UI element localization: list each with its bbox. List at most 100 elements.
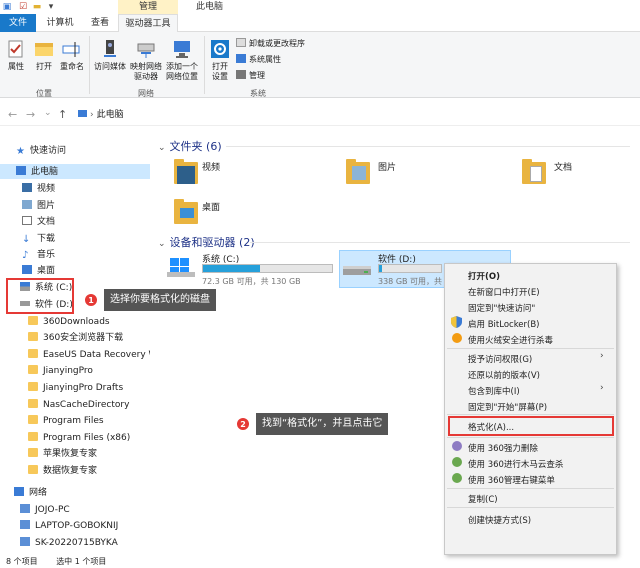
manage-button[interactable]: 管理	[236, 70, 265, 82]
back-button[interactable]: ←	[8, 108, 17, 121]
add-network-location-button[interactable]: 添加一个 网络位置	[164, 38, 200, 82]
ribbon-separator	[204, 36, 205, 94]
forward-button[interactable]: →	[26, 108, 35, 121]
folder-videos-icon[interactable]	[174, 158, 198, 184]
open-button[interactable]: 打开	[32, 38, 56, 72]
menu-item-360-trojan-scan[interactable]: 使用 360进行木马云查杀	[468, 458, 563, 470]
sidebar-label: JOJO-PC	[35, 505, 70, 515]
sidebar-label: LAPTOP-GOBOKNIJ	[35, 521, 119, 531]
rename-button[interactable]: 重命名	[58, 38, 86, 72]
uninstall-programs-button[interactable]: 卸载或更改程序	[236, 38, 305, 50]
sidebar-item-music[interactable]: ♪ 音乐	[22, 247, 55, 263]
properties-label: 属性	[8, 62, 24, 71]
folders-section-header[interactable]: ⌄ 文件夹 (6)	[158, 138, 222, 154]
system-properties-button[interactable]: 系统属性	[236, 54, 281, 66]
add-location-label: 添加一个	[166, 62, 198, 71]
breadcrumb-this-pc[interactable]: 此电脑	[97, 110, 124, 120]
menu-separator	[447, 437, 614, 438]
section-divider	[250, 242, 630, 243]
up-button[interactable]: ↑	[58, 108, 67, 121]
sidebar-item-downloads[interactable]: ↓ 下载	[22, 231, 55, 247]
gear-icon	[211, 40, 229, 58]
menu-item-huorong-scan[interactable]: 使用火绒安全进行杀毒	[468, 334, 553, 346]
sidebar-folder[interactable]: 苹果恢复专家	[28, 446, 97, 462]
map-drive-label: 映射网络	[130, 62, 162, 71]
menu-item-open-new-window[interactable]: 在新窗口中打开(E)	[468, 286, 540, 298]
address-bar[interactable]: › 此电脑	[78, 108, 124, 123]
sidebar-item-pictures[interactable]: 图片	[22, 198, 55, 214]
shield-icon	[451, 316, 462, 328]
document-icon	[530, 166, 542, 182]
menu-item-pin-start[interactable]: 固定到"开始"屏幕(P)	[468, 401, 547, 413]
menu-item-360-manage-menu[interactable]: 使用 360管理右键菜单	[468, 474, 555, 486]
menu-item-restore-versions[interactable]: 还原以前的版本(V)	[468, 369, 540, 381]
sidebar-folder[interactable]: 360Downloads	[28, 314, 110, 330]
tab-drive-tools[interactable]: 驱动器工具	[118, 14, 178, 33]
drive-c-detail: 72.3 GB 可用，共 130 GB	[202, 277, 301, 286]
tab-view[interactable]: 查看	[86, 14, 114, 32]
customize-qa-icon[interactable]: ▾	[46, 2, 56, 12]
sidebar-item-videos[interactable]: 视频	[22, 181, 55, 197]
sidebar-label: 视频	[37, 184, 56, 194]
properties-button[interactable]: 属性	[4, 38, 28, 72]
map-network-drive-button[interactable]: 映射网络 驱动器	[128, 38, 164, 82]
sidebar-label: 图片	[37, 201, 56, 211]
sidebar-label: 网络	[29, 488, 48, 498]
folder-label[interactable]: 桌面	[202, 200, 220, 213]
sidebar-label: 360安全浏览器下载	[43, 333, 124, 343]
folder-label[interactable]: 图片	[378, 160, 396, 173]
sidebar-this-pc[interactable]: 此电脑	[16, 164, 58, 180]
folder-label[interactable]: 文档	[554, 160, 572, 173]
callout-badge-2: 2	[236, 417, 250, 431]
menu-item-360-delete[interactable]: 使用 360强力删除	[468, 442, 538, 454]
sidebar-item-desktop[interactable]: 桌面	[22, 263, 55, 279]
sidebar-folder[interactable]: EaseUS Data Recovery Wiza	[28, 347, 150, 363]
download-icon: ↓	[22, 234, 31, 245]
menu-item-create-shortcut[interactable]: 创建快捷方式(S)	[468, 514, 531, 526]
sidebar-item-documents[interactable]: 文档	[22, 214, 55, 230]
sidebar-folder[interactable]: Program Files (x86)	[28, 430, 130, 446]
menu-item-open[interactable]: 打开(O)	[468, 270, 500, 282]
menu-item-copy[interactable]: 复制(C)	[468, 493, 498, 505]
sidebar-network-item[interactable]: LAPTOP-GOBOKNIJ	[20, 518, 118, 534]
system-properties-icon	[236, 54, 246, 63]
menu-item-format[interactable]: 格式化(A)...	[468, 421, 514, 433]
network-icon	[14, 487, 24, 496]
drives-section-header[interactable]: ⌄ 设备和驱动器 (2)	[158, 234, 255, 250]
folder-open-icon	[35, 43, 53, 56]
sidebar-network-item[interactable]: SK-20220715BYKA	[20, 535, 118, 551]
sidebar-folder[interactable]: NasCacheDirectory	[28, 397, 129, 413]
tab-file[interactable]: 文件	[0, 14, 36, 32]
add-location-label-2: 网络位置	[166, 72, 198, 81]
sidebar-label: 360Downloads	[43, 317, 110, 327]
menu-item-pin-quick-access[interactable]: 固定到"快速访问"	[468, 302, 535, 314]
folder-desktop-icon[interactable]	[174, 198, 198, 224]
title-bar: ▣ ☑ ▬ ▾	[0, 0, 640, 14]
sidebar-network-item[interactable]: JOJO-PC	[20, 502, 70, 518]
menu-item-give-access[interactable]: 授予访问权限(G)	[468, 353, 532, 365]
folder-documents-icon[interactable]	[522, 158, 546, 184]
menu-item-bitlocker[interactable]: 启用 BitLocker(B)	[468, 318, 540, 330]
sidebar-label: Program Files	[43, 416, 104, 426]
new-folder-qa-icon[interactable]: ▬	[32, 2, 42, 12]
sidebar-folder[interactable]: 数据恢复专家	[28, 463, 97, 479]
folder-icon	[28, 448, 38, 457]
sidebar-network[interactable]: 网络	[14, 485, 47, 501]
recent-locations-button[interactable]: ⌄	[44, 108, 52, 118]
sidebar-folder[interactable]: 360安全浏览器下载	[28, 330, 123, 346]
menu-item-include-library[interactable]: 包含到库中(I)	[468, 385, 520, 397]
sidebar-quick-access[interactable]: ★ 快速访问	[16, 143, 66, 159]
access-media-button[interactable]: 访问媒体	[92, 38, 128, 72]
sidebar-folder[interactable]: Program Files	[28, 413, 104, 429]
properties-qa-icon[interactable]: ☑	[18, 2, 28, 12]
sidebar-folder[interactable]: JianyingPro Drafts	[28, 380, 123, 396]
folder-label[interactable]: 视频	[202, 160, 220, 173]
sidebar-label: 数据恢复专家	[43, 466, 98, 476]
sidebar-folder[interactable]: JianyingPro	[28, 363, 93, 379]
callout-tip-2: 找到“格式化”，并且点击它	[256, 413, 389, 435]
sidebar-label: 快速访问	[29, 146, 66, 156]
folder-icon	[28, 365, 38, 374]
tab-computer[interactable]: 计算机	[42, 14, 78, 32]
folder-pictures-icon[interactable]	[346, 158, 370, 184]
open-settings-button[interactable]: 打开 设置	[207, 38, 233, 82]
